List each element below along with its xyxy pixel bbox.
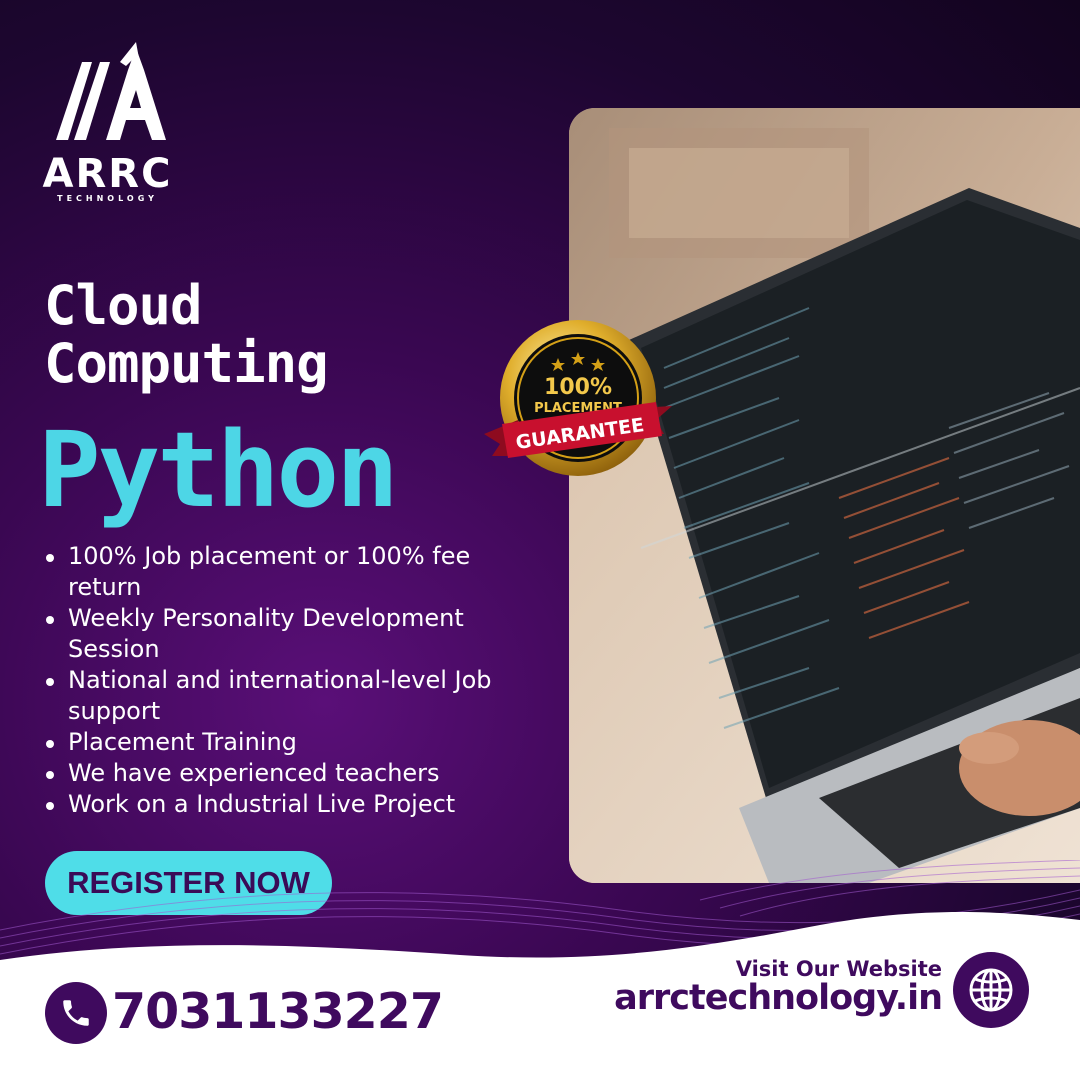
wave-decoration xyxy=(0,860,1080,955)
list-item: We have experienced teachers xyxy=(40,758,500,789)
placement-guarantee-badge: 100% PLACEMENT GUARANTEE xyxy=(484,320,672,476)
globe-icon[interactable] xyxy=(953,952,1029,1028)
list-item: Weekly Personality Development Session xyxy=(40,603,500,665)
headline: Cloud Computing xyxy=(44,277,464,393)
logo-brand-text: ARRC xyxy=(42,151,173,197)
list-item: Placement Training xyxy=(40,727,500,758)
list-item: 100% Job placement or 100% fee return xyxy=(40,541,500,603)
laptop-photo xyxy=(569,108,1080,883)
feature-list: 100% Job placement or 100% fee return We… xyxy=(40,541,500,820)
logo-mark-icon xyxy=(56,42,166,140)
list-item: National and international-level Job sup… xyxy=(40,665,500,727)
phone-icon[interactable] xyxy=(45,982,107,1044)
brand-logo: ARRC TECHNOLOGY xyxy=(40,40,175,205)
badge-percent: 100% xyxy=(544,375,612,400)
website-link[interactable]: arrctechnology.in xyxy=(580,978,943,1018)
headline-line-2: Computing xyxy=(44,332,329,395)
course-title: Python xyxy=(38,409,399,531)
logo-tagline: TECHNOLOGY xyxy=(57,194,158,203)
phone-number[interactable]: 7031133227 xyxy=(112,981,444,1043)
laptop-illustration xyxy=(569,108,1080,883)
headline-line-1: Cloud xyxy=(44,274,203,337)
list-item: Work on a Industrial Live Project xyxy=(40,789,500,820)
